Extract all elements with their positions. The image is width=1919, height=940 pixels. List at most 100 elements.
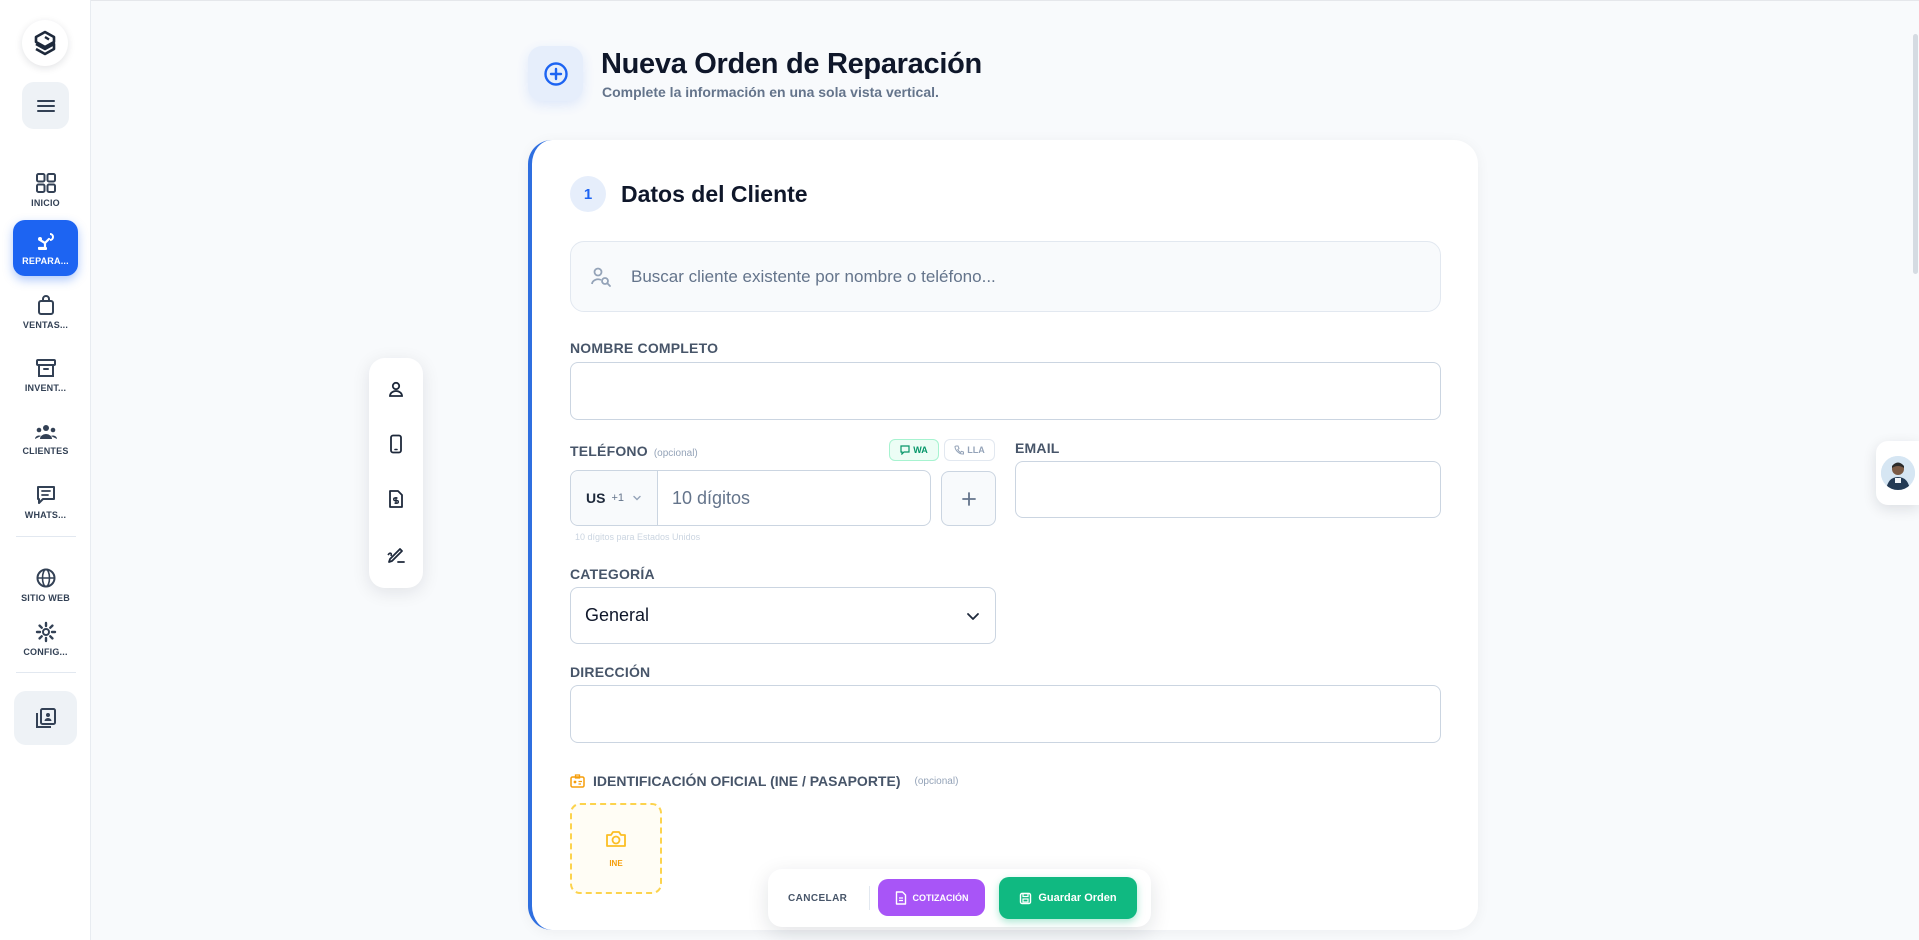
- section-title: Datos del Cliente: [621, 181, 808, 207]
- quote-button-label: COTIZACIÓN: [912, 892, 969, 903]
- sidebar-item-label: INVENT...: [24, 383, 67, 393]
- user-search-icon: [571, 265, 631, 289]
- signature-pen-icon: [387, 548, 405, 563]
- sidebar-item-ventas[interactable]: VENTAS...: [13, 284, 78, 340]
- address-input[interactable]: [571, 686, 1440, 742]
- ine-upload-box[interactable]: INE: [570, 803, 662, 894]
- sidebar-item-label: CLIENTES: [22, 446, 69, 456]
- id-label-text: IDENTIFICACIÓN OFICIAL (INE / PASAPORTE): [593, 773, 901, 789]
- sidebar-item-label: WHATS...: [24, 510, 67, 520]
- name-input[interactable]: [571, 363, 1440, 419]
- shopping-bag-icon: [37, 295, 54, 315]
- users-icon: [34, 425, 57, 439]
- phone-icon: [954, 445, 965, 455]
- sidebar-item-whatsapp[interactable]: WHATS...: [13, 474, 78, 530]
- sidebar-divider: [16, 536, 76, 537]
- phone-hint: 10 dígitos para Estados Unidos: [575, 532, 701, 542]
- save-disk-icon: [1020, 892, 1032, 904]
- section-quick-nav: [369, 358, 423, 588]
- repair-robot-icon: [37, 233, 54, 250]
- client-search-input[interactable]: [631, 266, 1440, 287]
- sidebar: INICIO REPARA... VENTAS... INVENT... CLI…: [0, 0, 91, 940]
- dial-code: +1: [611, 492, 624, 504]
- top-border: [91, 0, 1919, 1]
- rail-signature-button[interactable]: [382, 540, 410, 568]
- category-select[interactable]: General: [570, 587, 996, 644]
- chevron-down-icon: [967, 612, 979, 620]
- rail-invoice-button[interactable]: [382, 485, 410, 513]
- manual-button[interactable]: [14, 691, 77, 745]
- logo-icon: [34, 30, 56, 56]
- sidebar-item-label: SITIO WEB: [21, 593, 70, 603]
- sidebar-item-inicio[interactable]: INICIO: [13, 162, 78, 218]
- document-icon: [895, 890, 906, 905]
- country-code-select[interactable]: US +1: [571, 471, 658, 525]
- rail-device-button[interactable]: [382, 430, 410, 458]
- smartphone-icon: [390, 434, 402, 454]
- step-number-badge: 1: [570, 176, 606, 212]
- save-button-label: Guardar Orden: [1038, 892, 1117, 904]
- sidebar-item-clientes[interactable]: CLIENTES: [13, 411, 78, 467]
- upload-label: INE: [609, 859, 623, 868]
- sidebar-item-label: CONFIG...: [23, 647, 68, 657]
- chat-icon: [36, 486, 55, 504]
- save-order-button[interactable]: Guardar Orden: [999, 877, 1137, 919]
- call-toggle-chip[interactable]: LLA: [944, 439, 995, 461]
- chevron-down-icon: [633, 495, 641, 501]
- bottom-action-bar: CANCELAR COTIZACIÓN Guardar Orden: [768, 869, 1151, 927]
- category-label: CATEGORÍA: [570, 566, 655, 582]
- name-label: NOMBRE COMPLETO: [570, 340, 719, 356]
- call-chip-label: LLA: [967, 445, 985, 455]
- quote-button[interactable]: COTIZACIÓN: [878, 879, 985, 916]
- country-code: US: [586, 490, 606, 506]
- phone-input[interactable]: [658, 471, 930, 525]
- plus-circle-icon: [543, 61, 568, 86]
- sidebar-item-label: VENTAS...: [22, 320, 69, 330]
- scrollbar-thumb[interactable]: [1913, 34, 1918, 274]
- client-search-box[interactable]: [570, 241, 1441, 312]
- whatsapp-toggle-chip[interactable]: WA: [889, 439, 939, 461]
- sidebar-divider: [16, 672, 76, 673]
- cancel-button[interactable]: CANCELAR: [788, 887, 847, 909]
- category-value: General: [585, 605, 650, 625]
- whatsapp-chip-label: WA: [913, 445, 928, 455]
- plus-icon: [961, 491, 976, 506]
- sidebar-item-reparaciones[interactable]: REPARA...: [13, 220, 78, 276]
- rail-client-button[interactable]: [382, 375, 410, 403]
- camera-icon: [606, 831, 626, 847]
- message-icon: [900, 445, 910, 455]
- app-logo[interactable]: [22, 20, 68, 66]
- id-optional-text: (opcional): [914, 775, 959, 787]
- sidebar-item-sitio-web[interactable]: SITIO WEB: [13, 557, 78, 613]
- menu-toggle-button[interactable]: [22, 82, 69, 129]
- header-icon-badge: [528, 46, 583, 101]
- email-label: EMAIL: [1015, 440, 1060, 456]
- page-title: Nueva Orden de Reparación: [601, 48, 982, 80]
- book-user-icon: [35, 708, 56, 728]
- id-document-label: IDENTIFICACIÓN OFICIAL (INE / PASAPORTE)…: [570, 773, 958, 789]
- address-label: DIRECCIÓN: [570, 664, 651, 680]
- grid-icon: [35, 173, 56, 193]
- avatar: [1880, 456, 1915, 490]
- page-subtitle: Complete la información en una sola vist…: [602, 84, 939, 100]
- sidebar-item-label: REPARA...: [22, 256, 69, 266]
- phone-label: TELÉFONO (opcional): [570, 443, 698, 459]
- archive-box-icon: [35, 359, 56, 377]
- sidebar-item-label: INICIO: [31, 198, 60, 208]
- hamburger-icon: [36, 99, 55, 112]
- name-field[interactable]: [570, 362, 1441, 420]
- phone-label-text: TELÉFONO: [570, 443, 648, 459]
- sidebar-item-inventario[interactable]: INVENT...: [13, 347, 78, 403]
- sidebar-item-configuracion[interactable]: CONFIG...: [13, 611, 78, 667]
- address-field[interactable]: [570, 685, 1441, 743]
- gear-icon: [35, 621, 56, 643]
- document-dollar-icon: [389, 490, 403, 508]
- phone-input-group: US +1: [570, 470, 931, 526]
- email-field[interactable]: [1015, 461, 1441, 518]
- phone-optional-text: (opcional): [653, 448, 698, 459]
- id-card-icon: [570, 774, 585, 788]
- email-input[interactable]: [1016, 462, 1440, 517]
- user-icon: [389, 381, 403, 397]
- add-phone-button[interactable]: [941, 471, 996, 526]
- globe-icon: [36, 568, 55, 588]
